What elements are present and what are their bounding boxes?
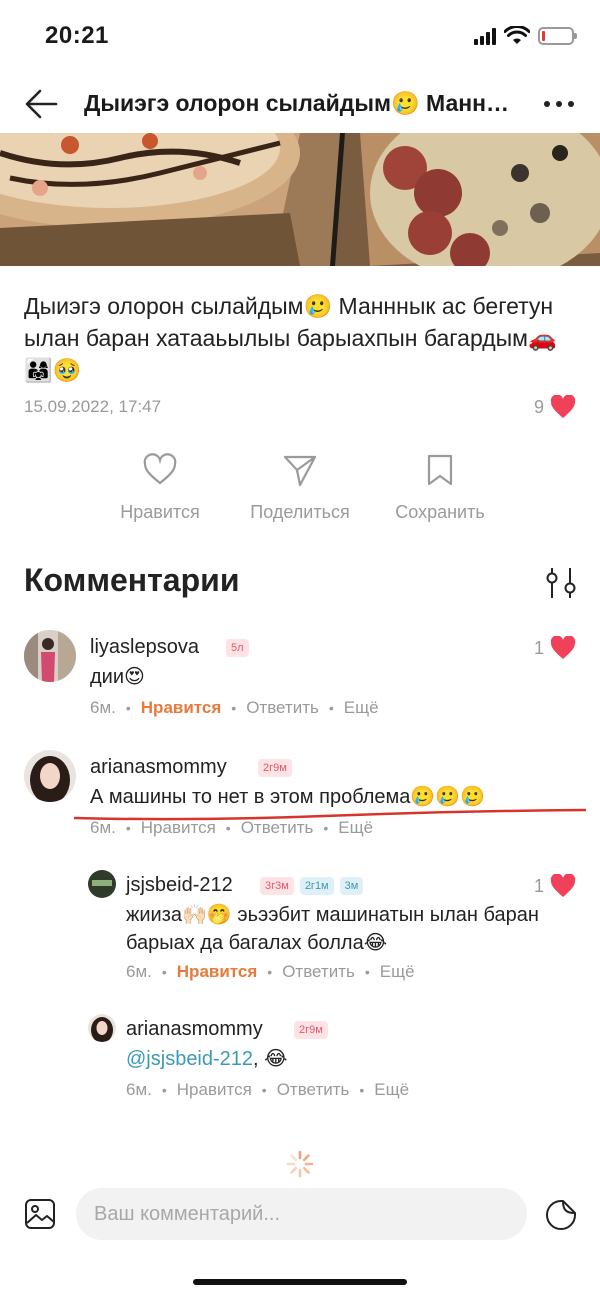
bookmark-icon: [427, 454, 453, 486]
comment-author[interactable]: arianasmommy: [126, 1018, 263, 1041]
comment-time: 6м.: [126, 962, 152, 981]
heart-filled-icon: [550, 636, 576, 659]
heart-filled-icon: [550, 874, 576, 897]
badge-group: 2г9м: [258, 759, 292, 777]
battery-icon: [538, 27, 577, 45]
nav-header: Дыиэгэ олорон сылайдым🥲 Манннык ас бегет…: [0, 78, 600, 130]
comment-reply-button[interactable]: Ответить: [282, 962, 355, 982]
loading-spinner-icon: [286, 1150, 314, 1178]
comment-more-button[interactable]: Ещё: [374, 1080, 409, 1100]
status-badge: 3м: [339, 877, 364, 895]
comment-reply-button[interactable]: Ответить: [277, 1080, 350, 1100]
share-action-button[interactable]: Поделиться: [220, 452, 380, 523]
badge-group: 2г9м: [294, 1021, 328, 1039]
avatar[interactable]: [24, 750, 76, 802]
comment-more-button[interactable]: Ещё: [380, 962, 415, 982]
send-icon: [283, 455, 317, 487]
comment-reply-button[interactable]: Ответить: [246, 698, 319, 718]
comment-like-button[interactable]: Нравится: [177, 1080, 252, 1100]
comment-author[interactable]: arianasmommy: [90, 756, 227, 779]
comment-likes-number: 1: [533, 637, 544, 658]
status-bar: 20:21: [0, 0, 600, 70]
comment-text: @jsjsbeid-212, 😂: [126, 1045, 288, 1073]
save-action-label: Сохранить: [395, 502, 485, 522]
sticker-icon[interactable]: [544, 1198, 578, 1232]
like-action-label: Нравится: [120, 502, 200, 522]
badge-group: 3г3м 2г1м 3м: [260, 877, 364, 895]
comment-more-button[interactable]: Ещё: [344, 698, 379, 718]
wifi-icon: [504, 26, 530, 44]
heart-filled-icon: [550, 395, 576, 418]
heart-outline-icon: [143, 453, 177, 485]
status-badge: 5л: [226, 639, 249, 657]
avatar[interactable]: [88, 870, 116, 898]
status-badge: 3г3м: [260, 877, 294, 895]
comment-likes-number: 1: [533, 875, 544, 896]
home-indicator: [193, 1279, 407, 1285]
status-badge: 2г9м: [294, 1021, 328, 1039]
comment-meta: 6м. • Нравится • Ответить • Ещё: [90, 698, 379, 718]
comment-author[interactable]: liyaslepsova: [90, 636, 199, 659]
comment-time: 6м.: [90, 698, 116, 717]
post-text: Дыиэгэ олорон сылайдым🥲 Манннык ас бегет…: [24, 293, 557, 383]
gallery-image-icon[interactable]: [24, 1198, 56, 1230]
mention-link[interactable]: @jsjsbeid-212: [126, 1048, 253, 1070]
avatar[interactable]: [24, 630, 76, 682]
comment-like-count[interactable]: 1: [534, 636, 576, 660]
comment-like-button[interactable]: Нравится: [177, 962, 258, 982]
signal-icon: [474, 27, 496, 45]
share-action-label: Поделиться: [250, 502, 350, 522]
comment-like-count[interactable]: 1: [534, 874, 576, 898]
comment-text-body: , 😂: [253, 1048, 288, 1070]
post-date: 15.09.2022, 17:47: [24, 397, 162, 416]
annotation-underline: [74, 808, 586, 821]
like-action-button[interactable]: Нравится: [80, 452, 240, 523]
filter-sliders-icon[interactable]: [544, 566, 578, 600]
post-likes-number: 9: [533, 396, 544, 417]
post-image[interactable]: [0, 133, 600, 266]
avatar[interactable]: [88, 1014, 116, 1042]
pizza-photo: [0, 133, 600, 266]
comment-text: дии😍: [90, 666, 145, 688]
comment-meta: 6м. • Нравится • Ответить • Ещё: [126, 962, 415, 982]
status-badge: 2г1м: [299, 877, 334, 895]
status-icons: [474, 26, 577, 46]
save-action-button[interactable]: Сохранить: [360, 452, 520, 523]
status-badge: 2г9м: [258, 759, 292, 777]
comment-time: 6м.: [126, 1080, 152, 1099]
status-time: 20:21: [45, 22, 109, 49]
badge-group: 5л: [226, 639, 249, 657]
page-title: Дыиэгэ олорон сылайдым🥲 Манннык ас бегет…: [84, 90, 514, 116]
comments-title: Комментарии: [24, 562, 240, 598]
post-like-count: 9: [534, 395, 576, 419]
comment-author[interactable]: jsjsbeid-212: [126, 874, 233, 897]
back-arrow-icon[interactable]: [24, 88, 58, 120]
more-options-icon[interactable]: [544, 90, 574, 118]
comment-input[interactable]: [76, 1188, 527, 1240]
comment-text: жииза🙌🏻🤭 эьээбит машинатын ылан баран ба…: [126, 904, 539, 954]
comment-like-button[interactable]: Нравится: [141, 698, 222, 718]
comment-composer: [0, 1186, 600, 1242]
post-actions: Нравится Поделиться Сохранить: [0, 452, 600, 532]
comment-meta: 6м. • Нравится • Ответить • Ещё: [126, 1080, 410, 1100]
